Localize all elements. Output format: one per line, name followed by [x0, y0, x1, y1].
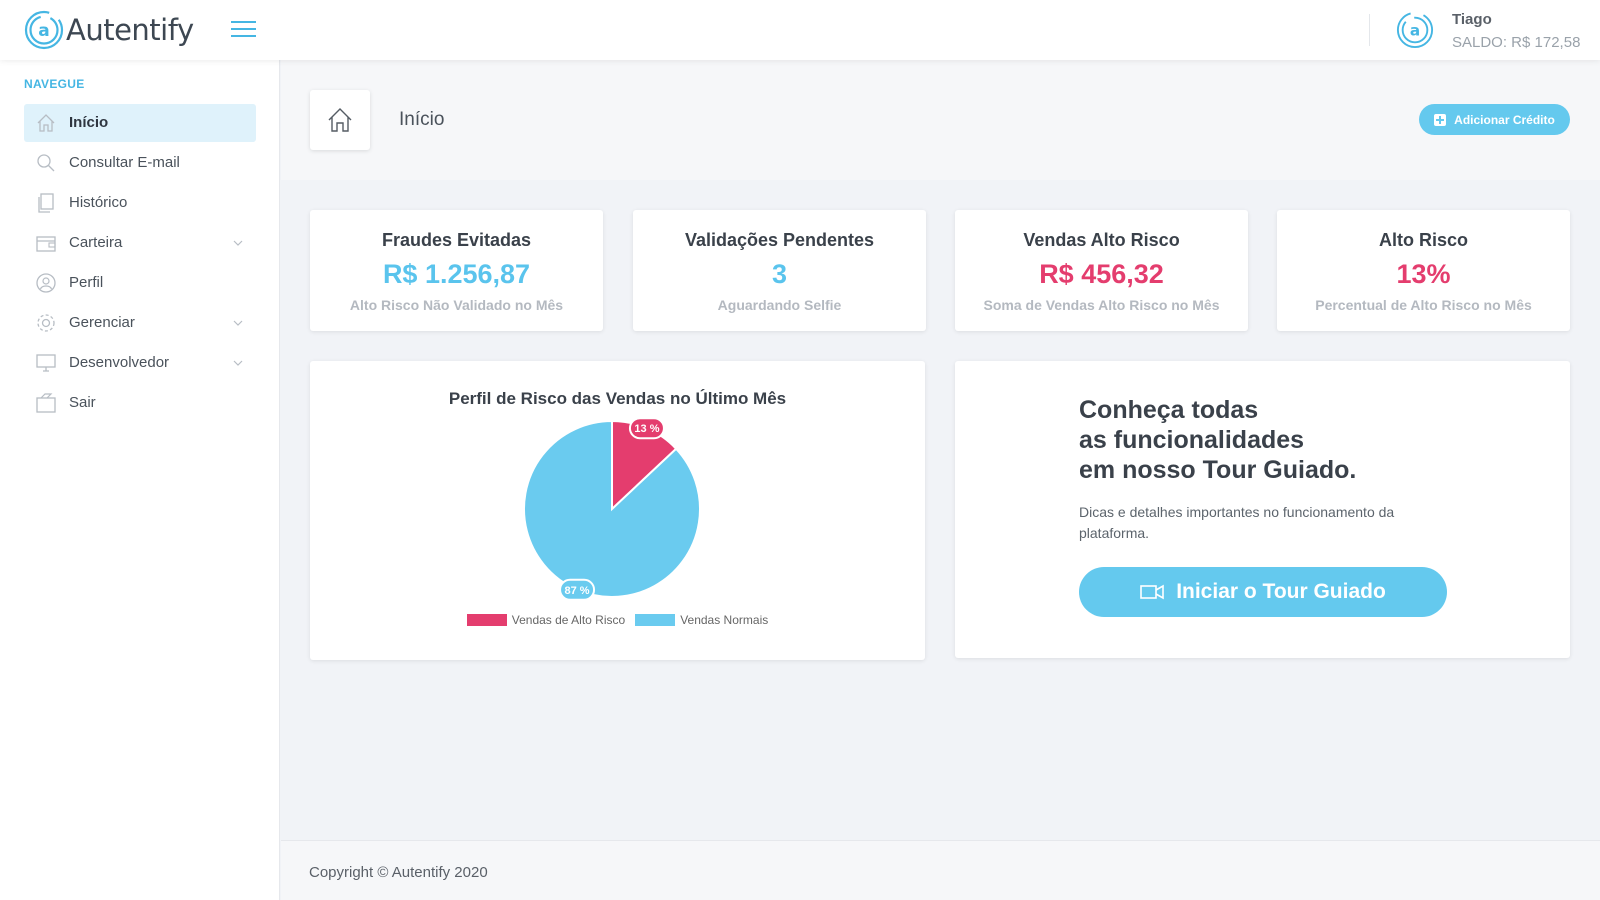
stat-value: R$ 456,32 — [1039, 259, 1164, 289]
plus-square-icon — [1434, 113, 1447, 126]
sidebar-item-label: Sair — [69, 394, 96, 411]
add-credit-button[interactable]: Adicionar Crédito — [1419, 104, 1570, 135]
stat-value: R$ 1.256,87 — [382, 259, 531, 289]
stat-title: Fraudes Evitadas — [381, 230, 532, 250]
sidebar-item-label: Histórico — [69, 194, 128, 211]
sidebar-item-label: Gerenciar — [69, 314, 135, 331]
sidebar-item-label: Início — [69, 114, 109, 131]
sidebar-item-label: Desenvolvedor — [69, 354, 170, 371]
sidebar-item-inicio[interactable]: Início — [24, 104, 256, 142]
user-name[interactable]: Tiago — [1452, 11, 1492, 28]
chevron-down-icon — [233, 320, 243, 326]
stat-subtitle: Aguardando Selfie — [717, 297, 842, 313]
top-header: a Autentify a Tiago SALDO: R$ 172,58 — [0, 0, 1600, 60]
exit-icon — [36, 393, 56, 413]
page-title: Início — [399, 109, 445, 130]
chevron-down-icon — [233, 360, 243, 366]
page-header: Início Adicionar Crédito — [281, 60, 1600, 180]
monitor-icon — [36, 354, 56, 372]
logo[interactable]: a Autentify — [24, 10, 194, 50]
legend-item[interactable]: Vendas de Alto Risco — [466, 613, 626, 627]
svg-text:a: a — [1410, 22, 1420, 40]
wallet-icon — [36, 236, 56, 252]
svg-text:a: a — [38, 21, 49, 41]
home-icon — [37, 114, 55, 132]
legend-item[interactable]: Vendas Normais — [635, 613, 768, 627]
legend-swatch — [466, 614, 507, 626]
pie-data-label: 13 % — [628, 417, 665, 440]
sidebar-item-perfil[interactable]: Perfil — [24, 264, 256, 302]
stat-subtitle: Alto Risco Não Validado no Mês — [349, 297, 564, 313]
header-divider — [1369, 14, 1370, 46]
pie-data-label-text: 13 % — [634, 423, 659, 435]
tour-heading: Conheça todas as funcionalidades em noss… — [1079, 395, 1356, 485]
stat-subtitle: Percentual de Alto Risco no Mês — [1315, 297, 1532, 313]
sidebar-section-title: NAVEGUE — [24, 77, 85, 91]
legend-label: Vendas Normais — [680, 613, 769, 627]
tour-card: Conheça todas as funcionalidades em noss… — [955, 361, 1570, 658]
stat-value: 13% — [1396, 259, 1451, 289]
sidebar-item-gerenciar[interactable]: Gerenciar — [24, 304, 256, 342]
gear-icon — [37, 314, 55, 332]
footer: Copyright © Autentify 2020 — [281, 840, 1600, 900]
pie-data-label-text: 87 % — [565, 585, 590, 597]
stat-card-vendas-alto-risco: Vendas Alto Risco R$ 456,32 Soma de Vend… — [955, 210, 1248, 331]
stat-subtitle: Soma de Vendas Alto Risco no Mês — [983, 297, 1220, 313]
start-tour-label: Iniciar o Tour Guiado — [1176, 580, 1386, 603]
stat-title: Alto Risco — [1378, 230, 1468, 250]
tour-description: Dicas e detalhes importantes no funciona… — [1079, 504, 1395, 541]
stat-card-validacoes-pendentes: Validações Pendentes 3 Aguardando Selfie — [633, 210, 926, 331]
stat-value: 3 — [771, 259, 788, 289]
hamburger-icon[interactable] — [231, 21, 256, 39]
pie-data-label: 87 % — [559, 578, 596, 601]
tour-heading-line: em nosso Tour Guiado. — [1079, 456, 1357, 484]
pie-chart: 13 % 87 % — [523, 417, 701, 601]
chart-legend: Vendas de Alto Risco Vendas Normais — [310, 613, 925, 627]
legend-swatch — [635, 614, 676, 626]
sidebar-item-desenvolvedor[interactable]: Desenvolvedor — [24, 344, 256, 382]
risk-chart-card: Perfil de Risco das Vendas no Último Mês… — [310, 361, 925, 660]
home-icon — [328, 108, 352, 132]
legend-label: Vendas de Alto Risco — [511, 613, 626, 627]
sidebar-item-label: Consultar E-mail — [69, 154, 180, 171]
tour-heading-line: as funcionalidades — [1079, 426, 1305, 454]
documents-icon — [38, 193, 54, 213]
sidebar-item-historico[interactable]: Histórico — [24, 184, 256, 222]
stat-title: Vendas Alto Risco — [1023, 230, 1180, 250]
logo-text: Autentify — [66, 13, 194, 47]
sidebar-item-label: Perfil — [69, 274, 104, 291]
chevron-down-icon — [233, 240, 243, 246]
page-icon-box — [310, 90, 370, 150]
add-credit-label: Adicionar Crédito — [1454, 112, 1555, 127]
user-balance: SALDO: R$ 172,58 — [1452, 34, 1581, 51]
sidebar-item-sair[interactable]: Sair — [24, 384, 256, 422]
avatar[interactable]: a — [1396, 11, 1434, 49]
tour-heading-line: Conheça todas — [1079, 396, 1259, 424]
sidebar-item-carteira[interactable]: Carteira — [24, 224, 256, 262]
user-icon — [36, 273, 56, 293]
stat-title: Validações Pendentes — [684, 230, 875, 250]
sidebar: NAVEGUE Início Consultar E-mail Históric… — [0, 60, 280, 900]
copyright-text: Copyright © Autentify 2020 — [309, 864, 488, 881]
sidebar-item-label: Carteira — [69, 234, 123, 251]
sidebar-item-consultar-email[interactable]: Consultar E-mail — [24, 144, 256, 182]
stat-card-fraudes-evitadas: Fraudes Evitadas R$ 1.256,87 Alto Risco … — [310, 210, 603, 331]
stat-card-alto-risco: Alto Risco 13% Percentual de Alto Risco … — [1277, 210, 1570, 331]
logo-at-icon: a — [24, 10, 64, 50]
video-camera-icon — [1140, 584, 1164, 600]
start-tour-button[interactable]: Iniciar o Tour Guiado — [1079, 567, 1447, 617]
search-icon — [37, 154, 55, 172]
